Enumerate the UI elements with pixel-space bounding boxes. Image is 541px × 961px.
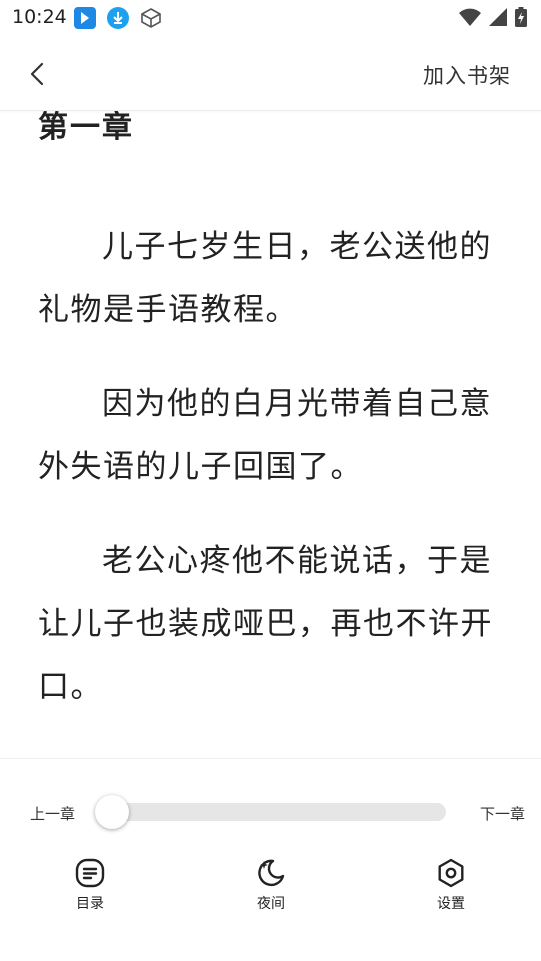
reader-controls: 上一章 下一章 目录 夜间 设置 <box>0 758 541 961</box>
settings-icon <box>438 858 464 888</box>
add-to-shelf-button[interactable]: 加入书架 <box>423 60 511 90</box>
download-icon <box>107 7 129 29</box>
status-bar: 10:24 <box>0 0 541 38</box>
settings-label: 设置 <box>437 896 465 912</box>
reader-header: 加入书架 <box>0 38 541 111</box>
status-indicators <box>459 7 527 31</box>
next-chapter-button[interactable]: 下一章 <box>480 803 525 824</box>
night-mode-button[interactable]: 夜间 <box>231 857 311 913</box>
catalog-button[interactable]: 目录 <box>50 857 130 913</box>
chevron-left-icon <box>30 62 44 86</box>
paragraph: 儿子七岁生日，老公送他的礼物是手语教程。 <box>38 229 492 328</box>
paragraph: 因为他的白月光带着自己意外失语的儿子回国了。 <box>38 386 492 485</box>
night-mode-label: 夜间 <box>257 896 285 912</box>
app-notification-icon <box>74 7 96 29</box>
prev-chapter-button[interactable]: 上一章 <box>30 803 75 824</box>
battery-icon <box>515 7 527 31</box>
paragraph: 老公心疼他不能说话，于是让儿子也装成哑巴，再也不许开口。 <box>38 543 493 705</box>
chapter-title: 第一章 <box>38 110 134 145</box>
reader-content[interactable]: 第一章 儿子七岁生日，老公送他的礼物是手语教程。 因为他的白月光带着自己意外失语… <box>0 110 541 758</box>
signal-icon <box>489 8 507 30</box>
back-button[interactable] <box>22 58 54 90</box>
catalog-label: 目录 <box>76 896 104 912</box>
settings-button[interactable]: 设置 <box>411 857 491 913</box>
night-mode-icon <box>258 859 285 887</box>
slider-thumb[interactable] <box>95 795 129 829</box>
catalog-icon <box>75 858 105 888</box>
status-time: 10:24 <box>12 6 67 28</box>
wifi-icon <box>459 8 481 30</box>
chapter-progress-slider[interactable] <box>110 803 446 821</box>
cube-icon <box>140 7 162 29</box>
